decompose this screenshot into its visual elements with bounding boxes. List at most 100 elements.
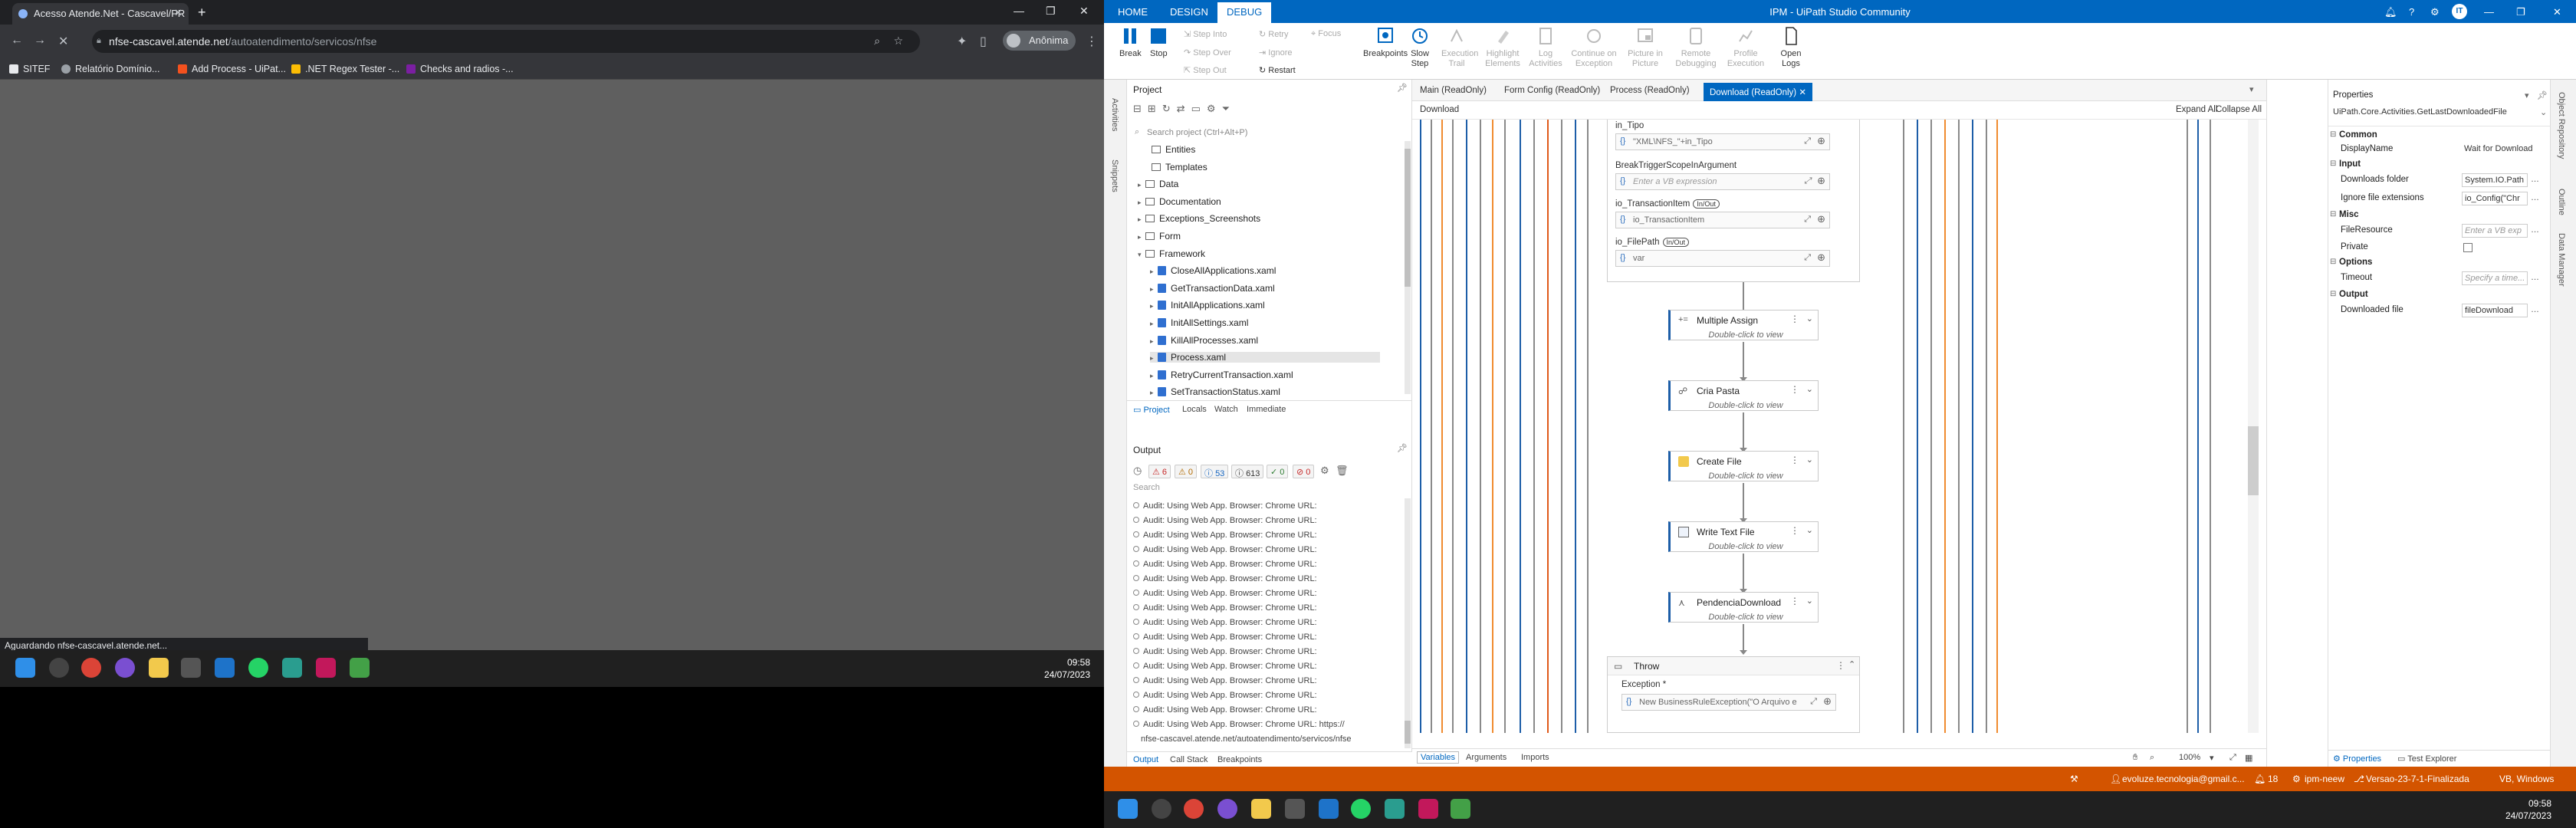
project-file-item[interactable]: ▸ InitAllSettings.xaml [1150, 317, 1248, 328]
argument-value-field[interactable]: {} Enter a VB expression ⤢ ⊕ [1615, 173, 1830, 190]
settings-icon[interactable]: ⚙ [1320, 465, 1329, 477]
chevron-right-icon[interactable]: ▸ [1150, 320, 1158, 328]
log-entry[interactable]: Audit: Using Web App. Browser: Chrome UR… [1133, 545, 1317, 554]
imports-tab[interactable]: Imports [1521, 753, 1549, 762]
tab-project[interactable]: ▭ Project [1133, 405, 1170, 415]
app-icon[interactable] [1418, 799, 1438, 819]
argument-value-field[interactable]: {} "XML\NFS_"+in_Tipo ⤢ ⊕ [1615, 133, 1830, 150]
settings-icon[interactable]: ⚙ [2430, 6, 2440, 18]
pin-icon[interactable]: 📌︎ [2537, 90, 2548, 100]
project-folder-item[interactable]: ▸ Data [1138, 179, 1178, 189]
project-file-item[interactable]: ▸ RetryCurrentTransaction.xaml [1150, 370, 1293, 380]
tab-properties[interactable]: ⚙ Properties [2333, 754, 2381, 764]
chevron-down-icon[interactable]: ⌄ [1806, 596, 1813, 606]
stop-button[interactable]: Stop [1150, 26, 1168, 59]
kebab-menu-icon[interactable]: ⋮ [1790, 384, 1799, 395]
tab-snippets[interactable]: Snippets [1110, 159, 1119, 192]
expand-all-button[interactable]: Expand All [2176, 105, 2217, 114]
activity-cria-pasta[interactable]: ☍ Cria Pasta ⋮ ⌄ Double-click to view [1668, 380, 1819, 411]
kebab-menu-icon[interactable]: ⋮ [1790, 455, 1799, 465]
expand-icon[interactable]: ⤢ [1804, 176, 1811, 186]
scrollbar[interactable] [1405, 498, 1411, 748]
search-icon[interactable]: ⌕ [2150, 753, 2154, 763]
activity-multiple-assign[interactable]: += Multiple Assign ⋮ ⌄ Double-click to vi… [1668, 310, 1819, 340]
output-search-input[interactable]: Search [1132, 483, 1406, 497]
slow-step-button[interactable]: Slow Step [1406, 26, 1434, 69]
lock-icon[interactable]: 🔒︎ [97, 36, 101, 46]
account-label[interactable]: evoluze.tecnologia@gmail.c... [2122, 774, 2245, 784]
open-folder-icon[interactable]: ▭ [1191, 103, 1207, 114]
plus-icon[interactable]: ⊕ [1823, 695, 1832, 708]
project-file-item[interactable]: ▸ KillAllProcesses.xaml [1150, 335, 1258, 346]
log-entry[interactable]: Audit: Using Web App. Browser: Chrome UR… [1133, 647, 1317, 656]
errors-filter[interactable]: ⚠ 6 [1148, 465, 1171, 478]
chevron-right-icon[interactable]: ▸ [1150, 389, 1158, 397]
plus-icon[interactable]: ⊕ [1817, 213, 1825, 225]
zoom-level[interactable]: 100% [2179, 753, 2200, 762]
chevron-right-icon[interactable]: ▸ [1150, 302, 1158, 310]
ellipsis-button[interactable]: … [2531, 175, 2539, 184]
tab-home[interactable]: HOME [1118, 6, 1148, 18]
section-options[interactable]: ⊟ Options [2328, 258, 2551, 271]
info-filter[interactable]: ⓘ 53 [1201, 465, 1229, 478]
doc-tab-main[interactable]: Main (ReadOnly) [1420, 86, 1487, 95]
plus-icon[interactable]: ⊕ [1817, 135, 1825, 147]
minimize-icon[interactable]: — [1014, 5, 1024, 17]
ignore-button[interactable]: ⇥ Ignore [1259, 48, 1292, 58]
extensions-icon[interactable]: ✦ [957, 34, 967, 49]
bookmark-item[interactable]: Checks and radios -... [406, 64, 514, 74]
chevron-down-icon[interactable]: ▾ [1138, 251, 1145, 259]
kebab-menu-icon[interactable]: ⋮ [1790, 525, 1799, 536]
chevron-down-icon[interactable]: ⌄ [1806, 384, 1813, 394]
zoom-search-icon[interactable]: ⌕ [874, 34, 880, 48]
downloaded-file-field[interactable]: fileDownload [2462, 304, 2528, 317]
timeout-field[interactable]: Specify a time... [2462, 271, 2528, 285]
chrome-menu-icon[interactable]: ⋮ [1086, 34, 1098, 49]
github-icon[interactable] [115, 658, 135, 678]
user-icon[interactable]: 👤︎ [2110, 774, 2121, 784]
toolbox-icon[interactable]: ⚒ [2070, 774, 2078, 784]
remote-debugging-button[interactable]: Remote Debugging [1674, 26, 1717, 69]
fatal-filter[interactable]: ⊘ 0 [1293, 465, 1315, 478]
chevron-right-icon[interactable]: ▸ [1150, 285, 1158, 294]
chevron-right-icon[interactable]: ▸ [1138, 233, 1145, 242]
project-folder-item[interactable]: ▸ Form [1138, 231, 1181, 242]
step-over-button[interactable]: ↷ Step Over [1184, 48, 1231, 58]
tab-design[interactable]: DESIGN [1170, 6, 1208, 18]
windows-start-icon[interactable] [1118, 799, 1138, 819]
task-view-icon[interactable] [49, 658, 69, 678]
log-entry[interactable]: Audit: Using Web App. Browser: Chrome UR… [1133, 705, 1317, 715]
bell-icon[interactable]: 🔔︎ [2254, 774, 2266, 784]
project-folder-item[interactable]: ▾ Framework [1138, 248, 1205, 259]
exception-value-field[interactable]: {} New BusinessRuleException("O Arquivo e… [1622, 694, 1836, 711]
chevron-down-icon[interactable]: ▾ [2249, 84, 2254, 94]
back-icon[interactable]: ← [11, 34, 23, 48]
close-tab-icon[interactable]: ✕ [174, 7, 182, 19]
section-output[interactable]: ⊟ Output [2328, 290, 2551, 303]
arguments-tab[interactable]: Arguments [1466, 753, 1506, 762]
project-folder-item[interactable]: Templates [1144, 162, 1208, 172]
bookmark-item[interactable]: Add Process - UiPat... [178, 64, 286, 74]
chevron-right-icon[interactable]: ▸ [1150, 354, 1158, 363]
log-entry[interactable]: Audit: Using Web App. Browser: Chrome UR… [1133, 603, 1317, 613]
github-icon[interactable] [1217, 799, 1237, 819]
browser-tab[interactable]: Acesso Atende.Net - Cascavel/PR ✕ [12, 3, 189, 25]
doc-tab-form-config[interactable]: Form Config (ReadOnly) [1504, 86, 1600, 95]
app-icon[interactable] [1285, 799, 1305, 819]
display-name-field[interactable]: Wait for Download [2462, 143, 2543, 156]
expand-icon[interactable]: ⤢ [1804, 215, 1811, 225]
file-explorer-icon[interactable] [1251, 799, 1271, 819]
section-input[interactable]: ⊟ Input [2328, 159, 2551, 172]
chevron-right-icon[interactable]: ▸ [1138, 181, 1145, 189]
maximize-icon[interactable]: ❐ [2516, 6, 2525, 18]
focus-button[interactable]: ⌖ Focus [1311, 29, 1341, 39]
chevron-right-icon[interactable]: ▸ [1150, 268, 1158, 276]
tab-breakpoints[interactable]: Breakpoints [1217, 755, 1262, 764]
windows-start-icon[interactable] [15, 658, 35, 678]
file-resource-field[interactable]: Enter a VB exp [2462, 224, 2528, 238]
execution-trail-button[interactable]: Execution Trail [1441, 26, 1478, 69]
bookmark-item[interactable]: SITEF [9, 64, 50, 74]
app-icon[interactable] [1451, 799, 1470, 819]
log-entry[interactable]: Audit: Using Web App. Browser: Chrome UR… [1133, 516, 1317, 525]
chevron-right-icon[interactable]: ▸ [1138, 199, 1145, 207]
